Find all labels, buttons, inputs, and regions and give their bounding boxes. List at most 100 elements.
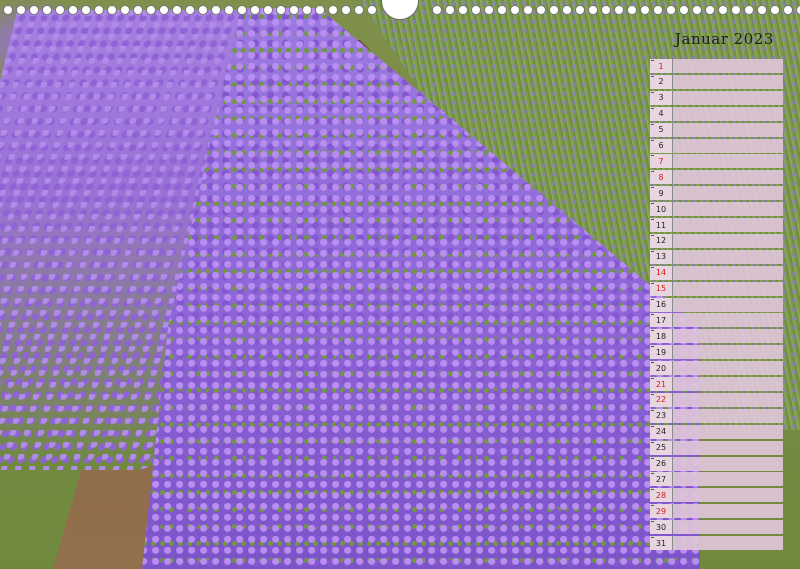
day-entry-field[interactable] [673,329,783,344]
day-number: 14 [650,265,673,280]
day-number: 4 [650,106,673,121]
day-entry-field[interactable] [673,520,783,535]
marker-tick [651,489,654,491]
day-entry-field[interactable] [673,170,783,185]
day-entry-field[interactable] [673,456,783,471]
day-entry-field[interactable] [673,313,783,328]
day-number: 6 [650,138,673,153]
binding-hole [68,5,78,15]
marker-tick [651,282,654,284]
day-entry-field[interactable] [673,233,783,248]
day-row: 14 [650,265,783,280]
marker-tick [651,155,654,157]
day-entry-field[interactable] [673,488,783,503]
binding-hole [484,5,494,15]
day-entry-field[interactable] [673,377,783,391]
day-entry-field[interactable] [673,106,783,121]
day-entry-field[interactable] [673,90,783,105]
day-entry-field[interactable] [673,345,783,360]
day-number: 2 [650,74,673,89]
day-entry-field[interactable] [673,361,783,376]
day-number: 5 [650,122,673,137]
binding-hole [757,5,767,15]
day-entry-field[interactable] [673,186,783,201]
day-entry-field[interactable] [673,440,783,455]
day-entry-field[interactable] [673,59,783,73]
calendar-page: Januar 2023 1 2 3 4 5 6 7 8 9 10 11 12 13 14 15 16 17 18 1… [0,0,800,569]
marker-tick [651,266,654,268]
day-row: 30 [650,520,783,535]
day-row: 18 [650,329,783,344]
binding-hole [562,5,572,15]
day-row: 23 [650,408,783,423]
day-entry-field[interactable] [673,265,783,280]
binding-hole [666,5,676,15]
day-entry-field[interactable] [673,122,783,137]
day-row: 8 [650,170,783,185]
binding-hole [42,5,52,15]
binding-hole [432,5,442,15]
day-row: 31 [650,536,783,550]
day-entry-field[interactable] [673,249,783,264]
day-entry-field[interactable] [673,472,783,487]
binding-hole [3,5,13,15]
marker-tick [651,441,654,443]
day-number: 18 [650,329,673,344]
binding-hole [367,5,377,15]
marker-tick [651,314,654,316]
day-number: 20 [650,361,673,376]
day-entry-field[interactable] [673,536,783,550]
day-entry-field[interactable] [673,392,783,407]
day-list: 1 2 3 4 5 6 7 8 9 10 11 12 13 14 15 16 17 18 19 20 21 22 23 24 2… [650,59,783,551]
day-entry-field[interactable] [673,202,783,217]
day-number: 15 [650,281,673,296]
day-entry-field[interactable] [673,424,783,439]
binding-hole [185,5,195,15]
binding-hole [328,5,338,15]
day-entry-field[interactable] [673,74,783,89]
marker-tick [651,219,654,220]
day-number: 29 [650,504,673,519]
day-number: 10 [650,202,673,217]
day-entry-field[interactable] [673,297,783,312]
day-number: 25 [650,440,673,455]
marker-tick [651,362,654,364]
marker-tick [651,91,654,93]
binding-hole [770,5,780,15]
binding-hole [224,5,234,15]
day-entry-field[interactable] [673,408,783,423]
day-row: 2 [650,74,783,89]
day-row: 28 [650,488,783,503]
binding-hole [536,5,546,15]
day-number: 26 [650,456,673,471]
binding-hole [588,5,598,15]
binding-hole [341,5,351,15]
day-number: 31 [650,536,673,550]
day-row: 6 [650,138,783,153]
day-entry-field[interactable] [673,138,783,153]
day-entry-field[interactable] [673,154,783,169]
day-row: 21 [650,377,783,391]
month-title: Januar 2023 [675,30,774,48]
day-number: 7 [650,154,673,169]
day-entry-field[interactable] [673,218,783,232]
marker-tick [651,139,654,141]
binding-hole [549,5,559,15]
binding-hole [653,5,663,15]
binding-hole [146,5,156,15]
day-entry-field[interactable] [673,281,783,296]
marker-tick [651,250,654,252]
day-number: 23 [650,408,673,423]
day-entry-field[interactable] [673,504,783,519]
binding-hole [575,5,585,15]
day-row: 3 [650,90,783,105]
day-row: 7 [650,154,783,169]
day-number: 3 [650,90,673,105]
marker-tick [651,537,654,538]
day-number: 1 [650,59,673,73]
binding-hole [744,5,754,15]
marker-tick [651,75,654,77]
day-number: 17 [650,313,673,328]
binding-hole [172,5,182,15]
day-number: 24 [650,424,673,439]
